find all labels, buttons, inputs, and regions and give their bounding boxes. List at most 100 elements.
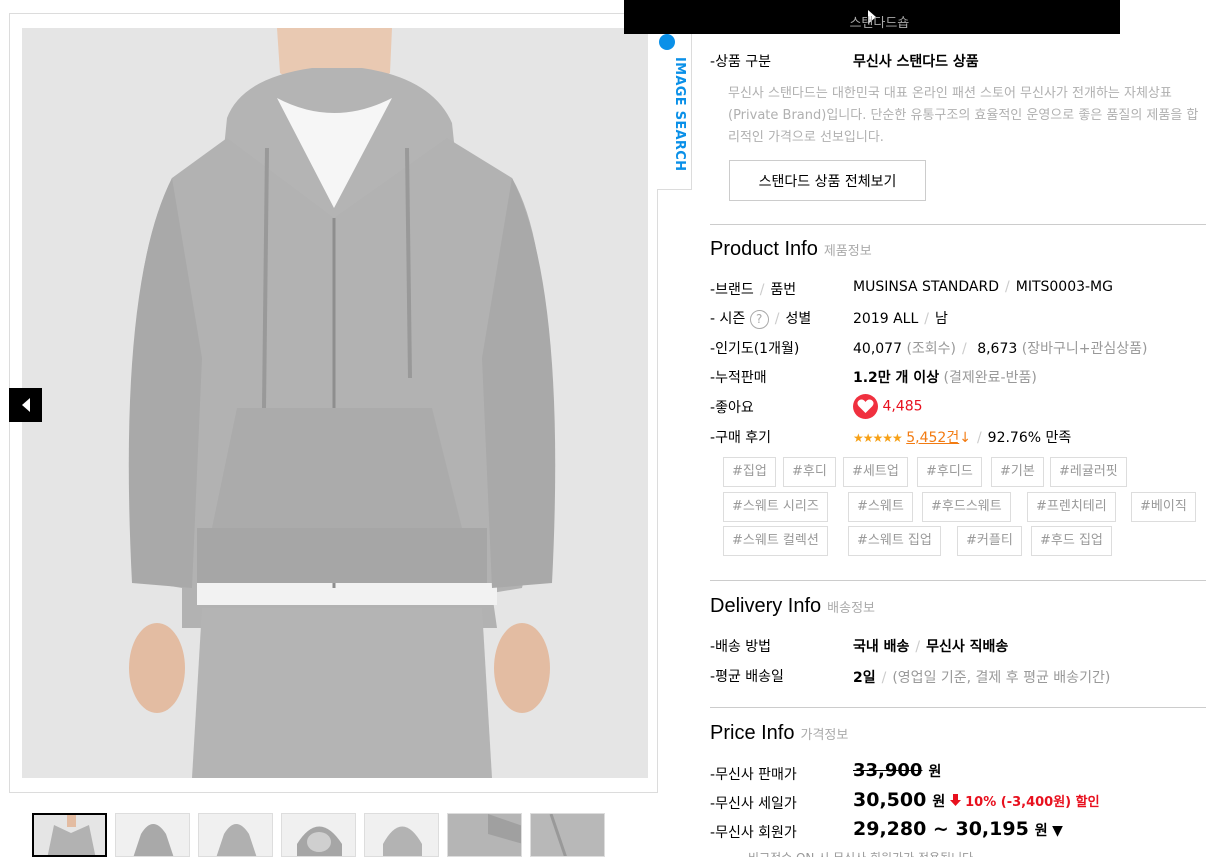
thumbnail-image [34, 815, 105, 855]
divider [710, 224, 1206, 225]
prev-image-button[interactable] [9, 388, 42, 422]
tag[interactable]: #후디 [783, 457, 836, 487]
tag[interactable]: #기본 [991, 457, 1044, 487]
tag[interactable]: #스웨트 시리즈 [723, 492, 828, 522]
hoodie-illustration [22, 28, 648, 778]
discount-note: 10% (-3,400원) 할인 [965, 795, 1100, 810]
code-label: 품번 [770, 282, 797, 298]
delivery-method-row-label: -배송 방법 [710, 639, 772, 655]
standard-shop-heading: Standard Shop 스탠다드숍 [710, 10, 909, 33]
tag[interactable]: #스웨트 컬렉션 [723, 526, 828, 556]
category-row-label: -상품 구분 [710, 54, 772, 70]
delivery-days-row-label: -평균 배송일 [710, 669, 784, 685]
member-price-note: 비교적수 ON 시 무신사 회원가가 적용됩니다. [748, 849, 977, 857]
tag[interactable]: #커플티 [957, 526, 1022, 556]
gender-label: 성별 [785, 311, 812, 327]
thumbnail[interactable] [447, 813, 522, 857]
likes-row-label: -좋아요 [710, 400, 754, 416]
thumbnail[interactable] [530, 813, 605, 857]
image-search-tab[interactable]: IMAGE SEARCH [657, 13, 692, 190]
section-subtitle: 스탠다드숍 [849, 16, 910, 31]
likes-row-value: 4,485 [853, 394, 923, 419]
won-unit: 원 [928, 764, 942, 780]
section-title: Standard Shop [710, 10, 844, 32]
season-row-value: 2019 ALL / 남 [853, 311, 948, 327]
brand-label: 브랜드 [715, 282, 754, 298]
member-price-toggle-icon[interactable]: ▼ [1052, 823, 1063, 839]
tag[interactable]: #스웨트 [848, 492, 913, 522]
section-subtitle: 배송정보 [827, 601, 875, 616]
brand-row-value: MUSINSA STANDARD / MITS0003-MG [853, 279, 1113, 295]
brand-row-label: -브랜드 / 품번 [710, 282, 797, 298]
view-all-standard-button[interactable]: 스탠다드 상품 전체보기 [729, 160, 926, 201]
thumbnail-image [116, 814, 189, 856]
gender-value: 남 [934, 311, 948, 327]
tag[interactable]: #집업 [723, 457, 776, 487]
delivery-days-row-value: 2일 / (영업일 기준, 결제 후 평균 배송기간) [853, 670, 1111, 686]
product-info-heading: Product Info 제품정보 [710, 238, 872, 261]
divider [710, 707, 1206, 708]
down-arrow-icon [949, 794, 961, 810]
arrow-left-icon [21, 398, 30, 412]
discount-price: 30,500 [853, 789, 927, 811]
thumbnail[interactable] [281, 813, 356, 857]
review-row-value: ★★★★★ 5,452건↓/92.76% 만족 [853, 430, 1072, 446]
thumbnail[interactable] [115, 813, 190, 857]
brand-value[interactable]: MUSINSA STANDARD [853, 279, 999, 295]
carts-value: 8,673 [977, 341, 1018, 357]
tag[interactable]: #후드스웨트 [922, 492, 1011, 522]
carts-note: (장바구니+관심상품) [1021, 341, 1148, 357]
sale-price-label: 무신사 판매가 [715, 767, 797, 783]
section-subtitle: 제품정보 [823, 244, 872, 259]
thumbnail[interactable] [32, 813, 107, 857]
shop-description: 무신사 스탠다드는 대한민국 대표 온라인 패션 스토어 무신사가 전개하는 자… [728, 86, 1199, 145]
sales-note: (결제완료-반품) [943, 370, 1037, 386]
image-search-dot-icon [659, 34, 675, 50]
popularity-row-value: 40,077 (조회수)/ 8,673 (장바구니+관심상품) [853, 341, 1148, 357]
original-price: 33,900 [853, 760, 923, 781]
thumbnail-image [282, 814, 355, 856]
delivery-info-heading: Delivery Info 배송정보 [710, 595, 875, 618]
tag[interactable]: #프렌치테리 [1027, 492, 1116, 522]
category-value: 무신사 스탠다드 상품 [853, 54, 979, 70]
popularity-label: 인기도(1개월) [715, 341, 800, 357]
member-price-label: 무신사 회원가 [715, 825, 797, 841]
won-unit: 원 [932, 794, 946, 810]
tag[interactable]: #레귤러핏 [1050, 457, 1127, 487]
review-label: 구매 후기 [715, 430, 772, 446]
sales-label: 누적판매 [715, 370, 767, 386]
tag[interactable]: #세트업 [843, 457, 908, 487]
thumbnail[interactable] [364, 813, 439, 857]
views-value: 40,077 [853, 341, 902, 357]
discount-price-label: 무신사 세일가 [715, 796, 797, 812]
thumbnail-strip [32, 813, 605, 857]
likes-label: 좋아요 [715, 400, 754, 416]
discount-price-row-label: -무신사 세일가 [710, 796, 797, 812]
review-count-link[interactable]: 5,452건 [906, 430, 959, 446]
member-price: 29,280 ~ 30,195 [853, 818, 1029, 840]
delivery-method-label: 배송 방법 [715, 639, 772, 655]
season-label: 시즌 [719, 311, 746, 327]
product-photo[interactable] [22, 28, 648, 778]
member-price-row-value: 29,280 ~ 30,195 원 ▼ [853, 818, 1063, 840]
tag[interactable]: #스웨트 집업 [848, 526, 941, 556]
thumbnail-image [531, 814, 604, 856]
category-label: 상품 구분 [715, 54, 772, 70]
thumbnail-image [448, 814, 521, 856]
delivery-days-label: 평균 배송일 [715, 669, 784, 685]
sales-row-value: 1.2만 개 이상 (결제완료-반품) [853, 367, 1037, 387]
divider [710, 580, 1206, 581]
sales-value: 1.2만 개 이상 [853, 370, 940, 386]
thumbnail[interactable] [198, 813, 273, 857]
tag[interactable]: #후드 집업 [1031, 526, 1112, 556]
section-subtitle: 가격정보 [800, 728, 849, 743]
tag[interactable]: #후디드 [917, 457, 982, 487]
like-heart-icon[interactable] [853, 394, 878, 419]
review-arrow-icon: ↓ [959, 430, 971, 446]
help-icon[interactable]: ? [749, 309, 769, 329]
sale-price-row-label: -무신사 판매가 [710, 767, 797, 783]
satisfaction-value: 92.76% 만족 [987, 430, 1072, 446]
tag[interactable]: #베이직 [1131, 492, 1196, 522]
delivery-days-note: (영업일 기준, 결제 후 평균 배송기간) [892, 670, 1111, 686]
delivery-method-row-value: 국내 배송 / 무신사 직배송 [853, 639, 1009, 655]
